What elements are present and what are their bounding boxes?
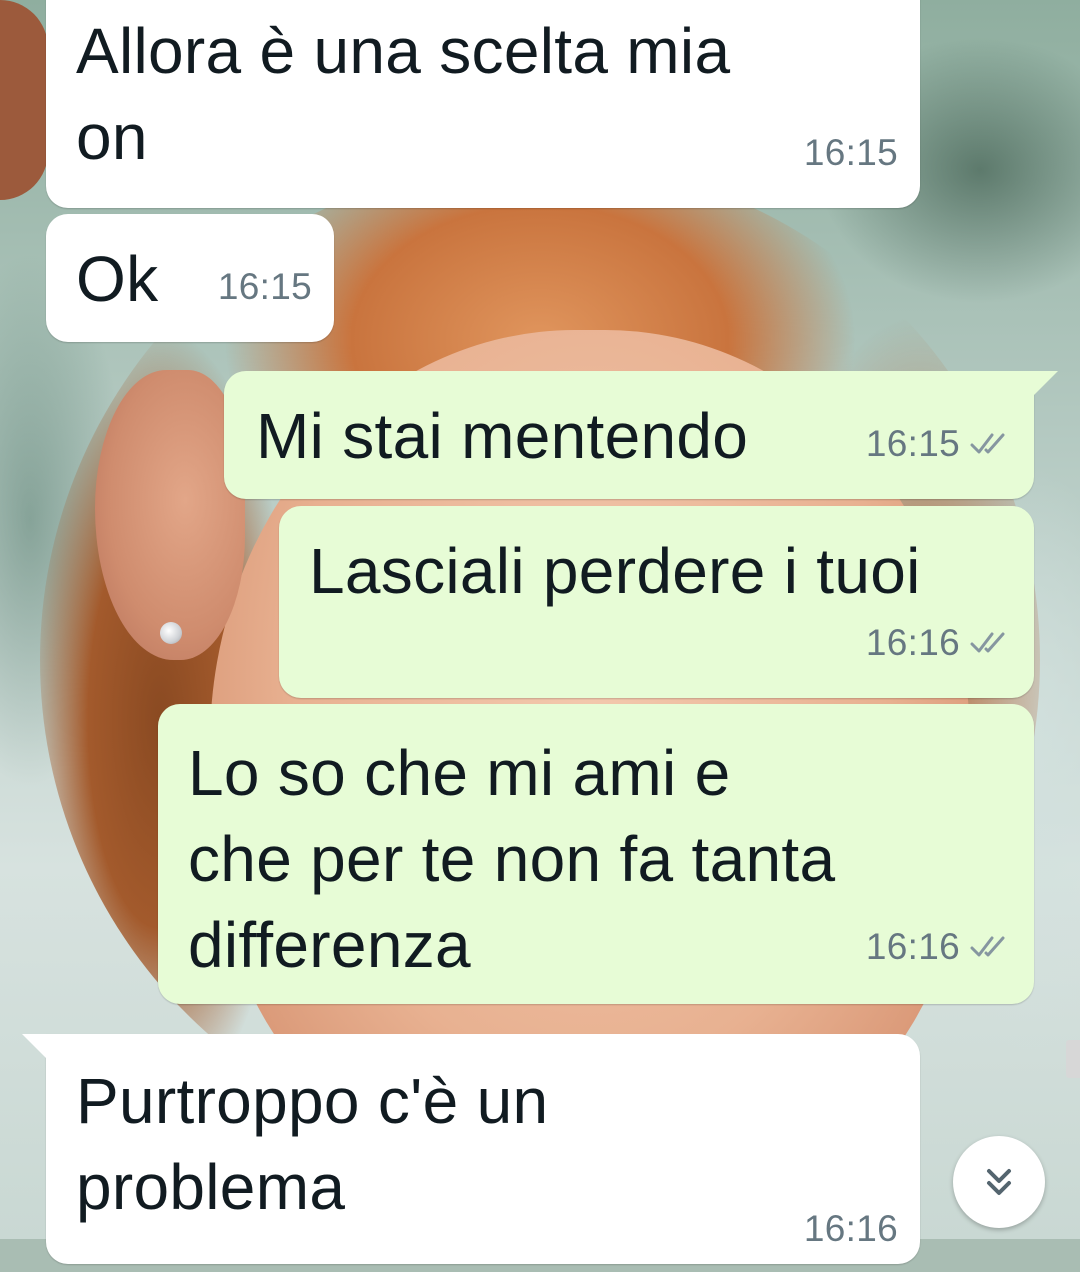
scroll-to-bottom-button[interactable]: [953, 1136, 1045, 1228]
wallpaper-edge: [0, 0, 48, 200]
message-time: 16:16: [866, 904, 1010, 990]
message-time: 16:16: [804, 1186, 898, 1272]
side-handle: [1066, 1040, 1080, 1078]
message-text: Mi stai mentendo: [256, 400, 749, 472]
double-check-icon: [970, 433, 1005, 454]
message-bubble-incoming[interactable]: Allora è una scelta mia on 16:15: [46, 0, 920, 208]
message-text: Lasciali perdere i tuoi: [309, 535, 921, 607]
message-time: 16:15: [218, 244, 312, 330]
message-bubble-outgoing[interactable]: Mi stai mentendo 16:15: [224, 371, 1058, 499]
message-time: 16:15: [866, 401, 1010, 487]
bubble-tail: [22, 1034, 48, 1060]
message-timestamp: 16:16: [803, 1208, 898, 1249]
message-timestamp: 16:16: [865, 926, 960, 967]
message-timestamp: 16:15: [803, 132, 898, 173]
message-time: 16:16: [866, 600, 1010, 686]
message-timestamp: 16:15: [865, 423, 960, 464]
double-check-icon: [970, 632, 1005, 653]
message-time: 16:15: [804, 110, 898, 196]
bubble-tail: [1032, 371, 1058, 397]
message-timestamp: 16:16: [865, 622, 960, 663]
message-text: Lo so che mi ami e che per te non fa tan…: [188, 737, 836, 981]
double-check-icon: [970, 936, 1005, 957]
message-bubble-outgoing[interactable]: Lasciali perdere i tuoi 16:16: [279, 506, 1034, 698]
message-bubble-incoming[interactable]: Purtroppo c'è un problema 16:16: [22, 1034, 920, 1264]
message-text: Allora è una scelta mia on: [76, 15, 731, 173]
message-timestamp: 16:15: [217, 266, 312, 307]
message-bubble-incoming[interactable]: Ok 16:15: [46, 214, 334, 342]
chevron-double-down-icon: [987, 1169, 1011, 1195]
message-text: Ok: [76, 243, 159, 315]
message-bubble-outgoing[interactable]: Lo so che mi ami e che per te non fa tan…: [158, 704, 1034, 1004]
message-text: Purtroppo c'è un problema: [76, 1065, 549, 1223]
wallpaper-earring: [160, 622, 182, 644]
